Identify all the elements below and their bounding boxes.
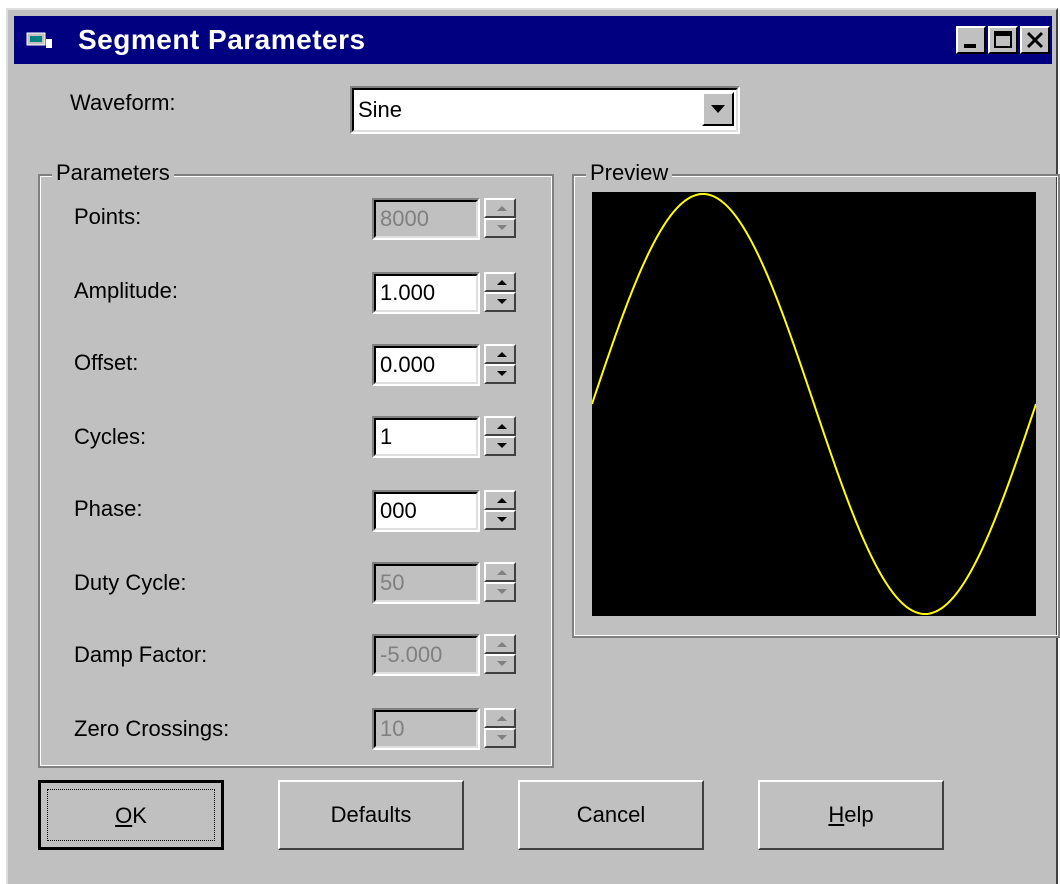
sine-trace — [591, 192, 1037, 616]
damp-factor-field[interactable]: -5.000 — [372, 634, 480, 676]
cycles-label: Cycles: — [74, 424, 147, 449]
zero-crossings-value: 10 — [380, 716, 405, 741]
arrow-down-icon — [497, 589, 507, 594]
arrow-down-icon — [497, 371, 507, 376]
spin-up-button[interactable] — [484, 344, 516, 364]
arrow-up-icon — [497, 642, 507, 647]
spin-down-button[interactable] — [484, 292, 516, 312]
offset-field[interactable]: 0.000 — [372, 344, 480, 386]
waveform-select[interactable]: Sine — [350, 86, 740, 134]
preview-group-title: Preview — [586, 160, 673, 186]
phase-label: Phase: — [74, 496, 143, 521]
points-value: 8000 — [380, 206, 429, 231]
spin-up-button[interactable] — [484, 272, 516, 292]
duty-cycle-field[interactable]: 50 — [372, 562, 480, 604]
damp-factor-label: Damp Factor: — [74, 642, 208, 667]
app-icon — [26, 32, 52, 48]
zero-crossings-field[interactable]: 10 — [372, 708, 480, 750]
spin-down-button[interactable] — [484, 582, 516, 602]
arrow-down-icon — [497, 443, 507, 448]
points-label: Points: — [74, 204, 142, 229]
minimize-icon — [964, 44, 976, 48]
phase-spinner[interactable] — [484, 490, 516, 530]
damp-factor-value: -5.000 — [380, 642, 443, 667]
cycles-value: 1 — [380, 424, 393, 449]
arrow-up-icon — [497, 498, 507, 503]
spin-up-button[interactable] — [484, 416, 516, 436]
arrow-up-icon — [497, 280, 507, 285]
points-spinner[interactable] — [484, 198, 516, 238]
amplitude-field[interactable]: 1.000 — [372, 272, 480, 314]
maximize-button[interactable] — [988, 26, 1018, 54]
waveform-label: Waveform: — [70, 90, 176, 115]
ok-button[interactable]: OK — [38, 780, 224, 850]
spin-up-button[interactable] — [484, 708, 516, 728]
waveform-value: Sine — [358, 97, 403, 122]
cycles-field[interactable]: 1 — [372, 416, 480, 458]
amplitude-value: 1.000 — [380, 280, 436, 305]
segment-parameters-dialog: Segment Parameters Waveform: Sine Parame… — [6, 8, 1060, 884]
spin-up-button[interactable] — [484, 634, 516, 654]
spin-down-button[interactable] — [484, 436, 516, 456]
damp-factor-spinner[interactable] — [484, 634, 516, 674]
defaults-button[interactable]: Defaults — [278, 780, 464, 850]
phase-field[interactable]: 000 — [372, 490, 480, 532]
offset-spinner[interactable] — [484, 344, 516, 384]
duty-cycle-spinner[interactable] — [484, 562, 516, 602]
defaults-label: Defaults — [330, 802, 412, 827]
chevron-down-icon — [711, 105, 725, 113]
points-field[interactable]: 8000 — [372, 198, 480, 240]
amplitude-spinner[interactable] — [484, 272, 516, 312]
waveform-preview — [591, 192, 1037, 616]
cancel-button[interactable]: Cancel — [518, 780, 704, 850]
spin-up-button[interactable] — [484, 562, 516, 582]
spin-down-button[interactable] — [484, 728, 516, 748]
duty-cycle-value: 50 — [380, 570, 405, 595]
offset-label: Offset: — [74, 350, 139, 375]
arrow-up-icon — [497, 206, 507, 211]
duty-cycle-label: Duty Cycle: — [74, 570, 187, 595]
arrow-up-icon — [497, 716, 507, 721]
offset-value: 0.000 — [380, 352, 436, 377]
arrow-down-icon — [497, 735, 507, 740]
spin-up-button[interactable] — [484, 490, 516, 510]
arrow-up-icon — [497, 424, 507, 429]
preview-chart — [591, 192, 1037, 616]
minimize-button[interactable] — [956, 26, 986, 54]
close-icon — [1026, 31, 1044, 49]
title-bar[interactable]: Segment Parameters — [14, 16, 1052, 64]
phase-value: 000 — [380, 498, 417, 523]
spin-down-button[interactable] — [484, 510, 516, 530]
zero-crossings-label: Zero Crossings: — [74, 716, 230, 741]
arrow-down-icon — [497, 299, 507, 304]
arrow-up-icon — [497, 570, 507, 575]
arrow-down-icon — [497, 225, 507, 230]
cancel-label: Cancel — [576, 802, 646, 827]
arrow-down-icon — [497, 517, 507, 522]
close-button[interactable] — [1020, 26, 1050, 54]
help-button[interactable]: Help — [758, 780, 944, 850]
spin-up-button[interactable] — [484, 198, 516, 218]
parameters-group — [38, 174, 554, 768]
window-title: Segment Parameters — [78, 24, 366, 55]
spin-down-button[interactable] — [484, 654, 516, 674]
zero-crossings-spinner[interactable] — [484, 708, 516, 748]
cycles-spinner[interactable] — [484, 416, 516, 456]
amplitude-label: Amplitude: — [74, 278, 178, 303]
dropdown-button[interactable] — [702, 92, 734, 126]
spin-down-button[interactable] — [484, 364, 516, 384]
arrow-down-icon — [497, 661, 507, 666]
help-label: Help — [828, 802, 874, 827]
spin-down-button[interactable] — [484, 218, 516, 238]
parameters-group-title: Parameters — [52, 160, 174, 186]
arrow-up-icon — [497, 352, 507, 357]
maximize-icon — [994, 31, 1012, 48]
